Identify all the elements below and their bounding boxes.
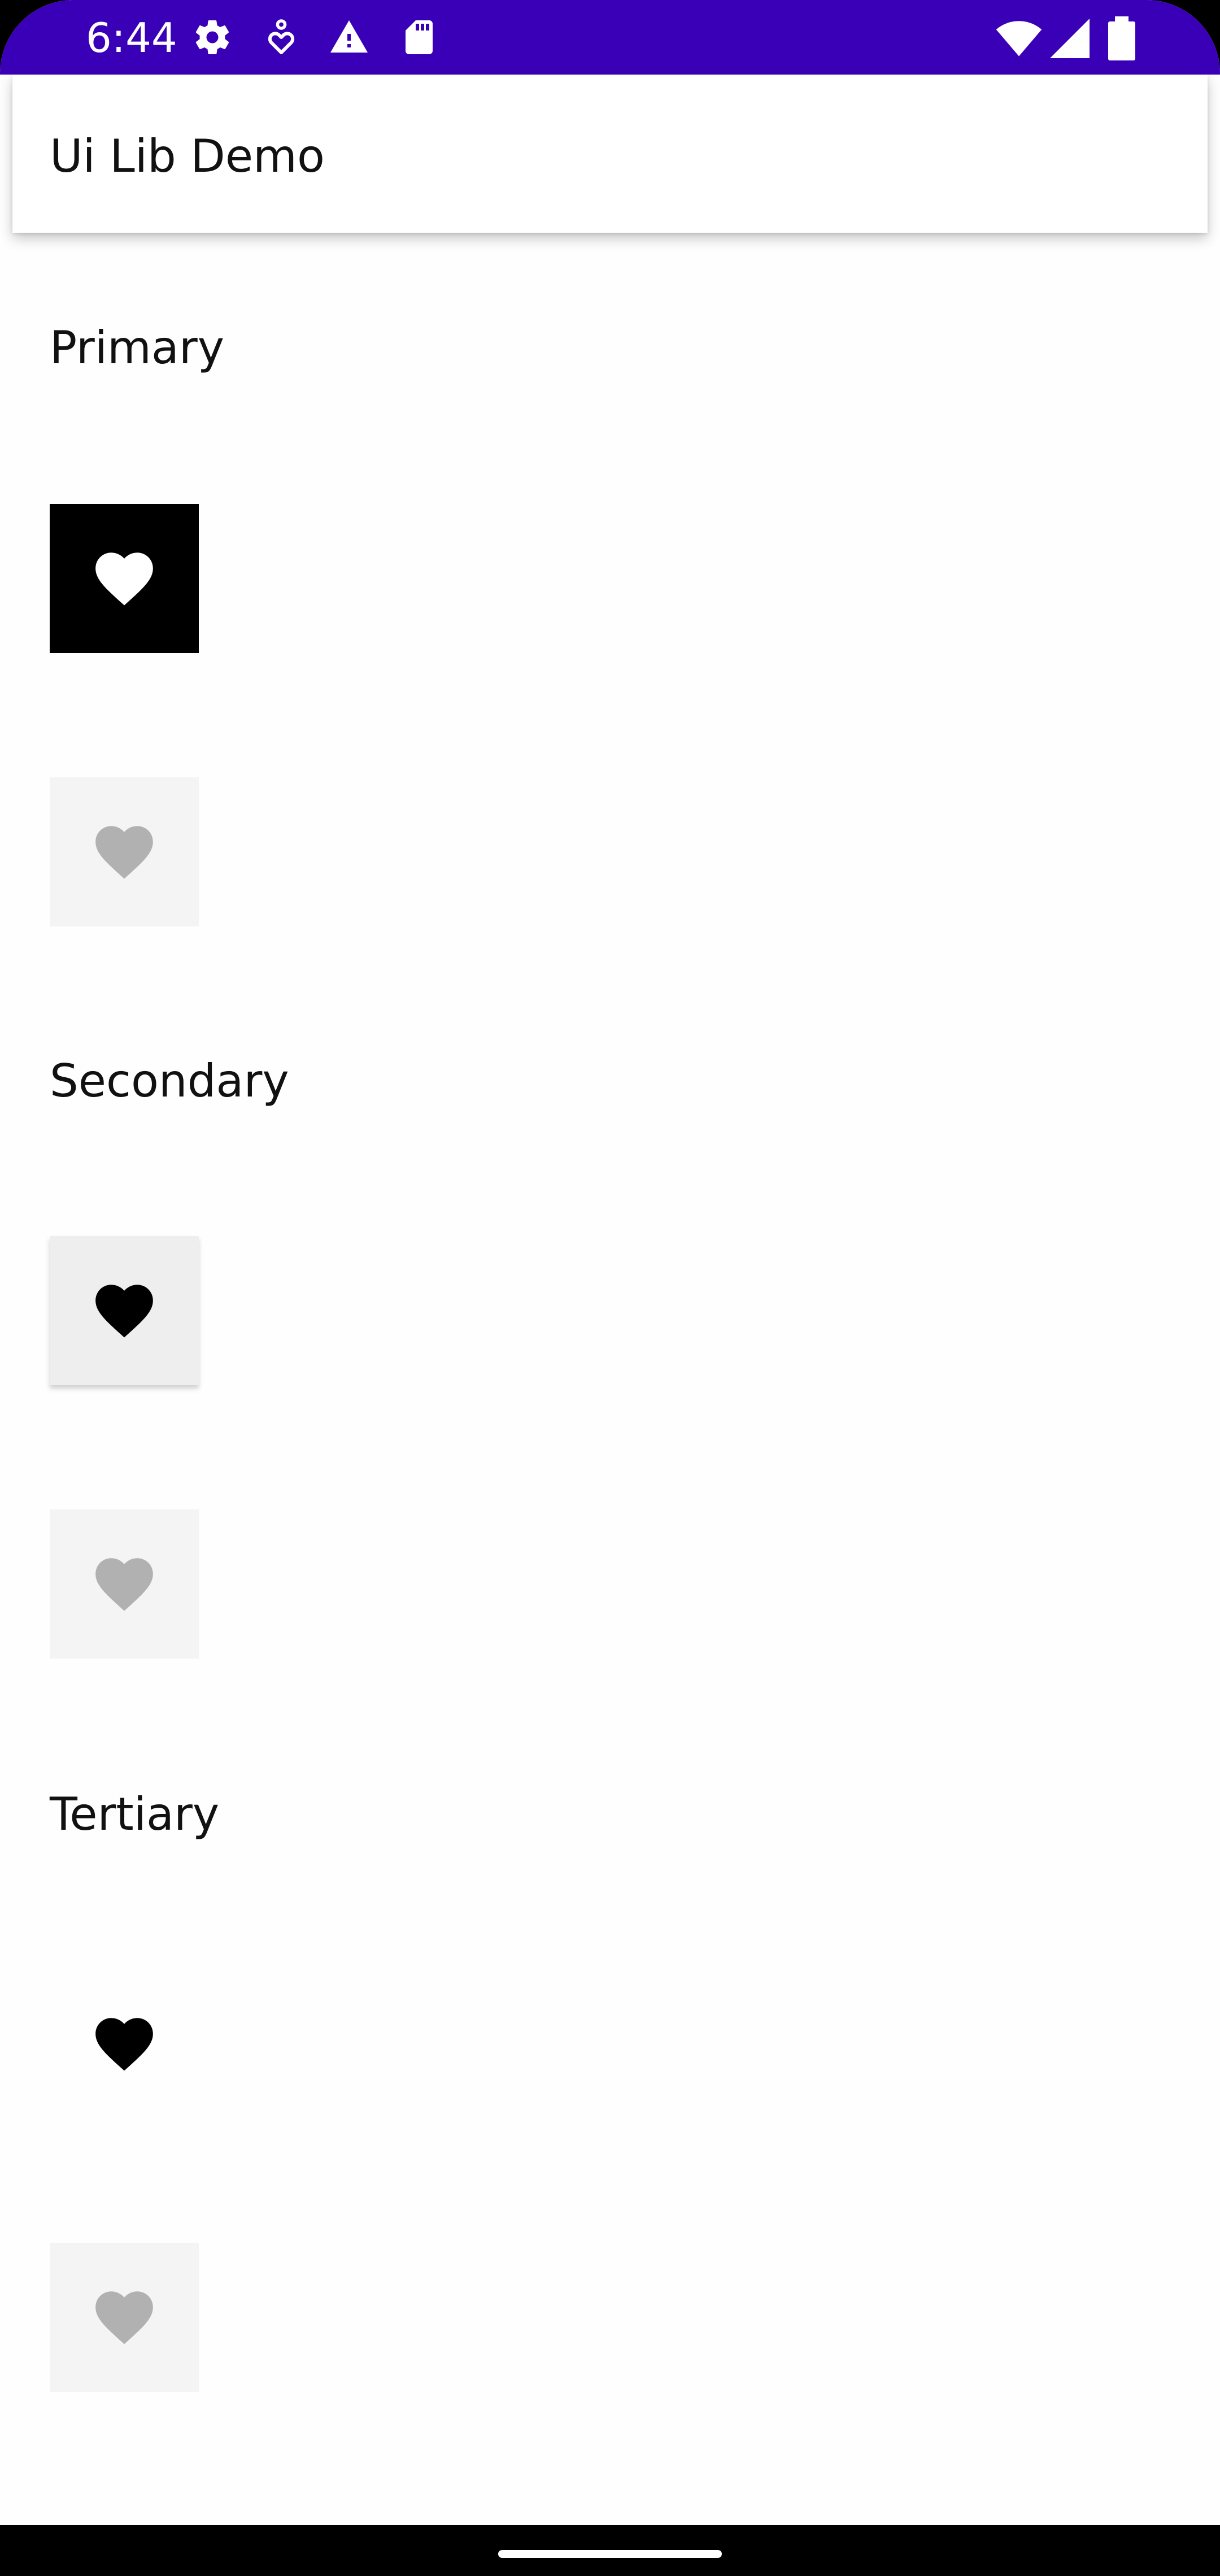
cellular-signal-icon [1046, 15, 1093, 62]
status-bar: 6:44 [0, 0, 1220, 75]
heart-icon [95, 552, 153, 606]
warning-icon [329, 17, 369, 58]
section-label-secondary: Secondary [50, 1055, 289, 1107]
section-label-primary: Primary [50, 321, 225, 374]
heart-icon [95, 2291, 153, 2344]
home-indicator[interactable] [498, 2550, 722, 2558]
sd-card-icon [399, 17, 439, 58]
heart-icon [95, 2018, 153, 2071]
accessibility-icon [261, 17, 302, 58]
section-label-tertiary: Tertiary [50, 1788, 220, 1840]
status-time: 6:44 [86, 14, 177, 62]
heart-icon [95, 1558, 153, 1611]
wifi-icon [995, 15, 1043, 62]
battery-icon [1101, 15, 1142, 62]
secondary-icon-button[interactable] [50, 1236, 199, 1385]
settings-icon [192, 17, 233, 58]
primary-icon-button-disabled [50, 777, 199, 926]
app-title: Ui Lib Demo [50, 130, 325, 182]
primary-icon-button[interactable] [50, 504, 199, 653]
phone-screen: 6:44 Ui Lib Demo Primary Secondary Terti… [0, 0, 1220, 2576]
app-bar: Ui Lib Demo [12, 75, 1208, 233]
heart-icon [95, 1285, 153, 1338]
heart-icon [95, 826, 153, 879]
secondary-icon-button-disabled [50, 1509, 199, 1659]
tertiary-icon-button-disabled [50, 2243, 199, 2392]
tertiary-icon-button[interactable] [50, 1969, 199, 2118]
